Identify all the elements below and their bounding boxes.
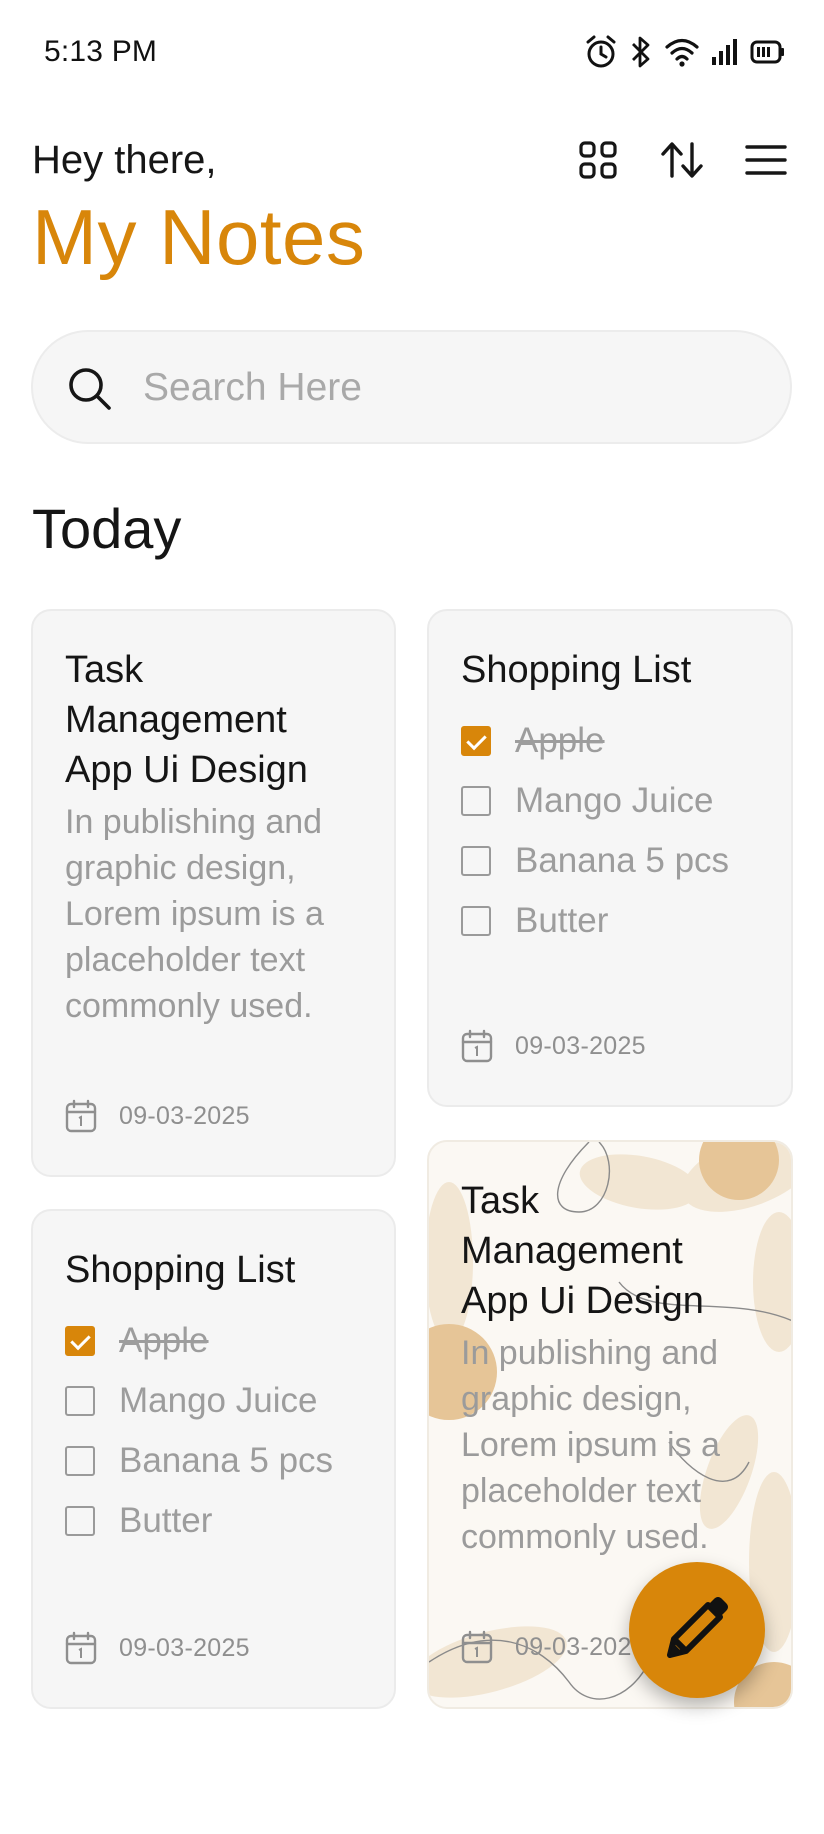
note-body-line: In publishing and [461, 1334, 719, 1372]
note-body-line: commonly used. [65, 987, 313, 1025]
checklist-label: Apple [515, 721, 605, 760]
alarm-icon [584, 34, 618, 70]
note-body-line: placeholder text [461, 1472, 702, 1510]
grid-view-button[interactable] [572, 136, 624, 188]
menu-icon [745, 143, 787, 182]
note-title: Shopping List [461, 649, 692, 691]
note-date-text: 09-03-2025 [119, 1633, 250, 1662]
note-date-text: 09-03-2025 [515, 1632, 646, 1661]
note-title: Task Management App Ui Design [461, 1176, 704, 1326]
note-title-line: Task [65, 649, 144, 691]
menu-button[interactable] [740, 136, 792, 188]
search-input[interactable] [143, 358, 743, 418]
checklist-item[interactable]: Banana 5 pcs [461, 841, 729, 881]
calendar-icon [65, 1631, 97, 1665]
wifi-icon [664, 36, 700, 68]
note-date-text: 09-03-2025 [515, 1031, 646, 1060]
checklist-label: Apple [119, 1321, 209, 1360]
search-bar[interactable] [31, 330, 792, 444]
checklist-item[interactable]: Butter [65, 1501, 212, 1541]
note-title: Shopping List [65, 1249, 296, 1291]
note-card-shopping[interactable]: Shopping List Apple Mango Juice Banana 5… [427, 609, 793, 1107]
note-date: 09-03-2025 [461, 1029, 646, 1063]
note-card-task[interactable]: Task Management App Ui Design In publish… [31, 609, 396, 1177]
note-body-line: graphic design, [65, 849, 296, 887]
checklist-item[interactable]: Apple [65, 1321, 209, 1361]
checklist-label: Butter [119, 1501, 213, 1540]
status-icons [584, 30, 786, 74]
checklist-label: Banana 5 pcs [515, 841, 730, 880]
signal-icon [710, 37, 740, 67]
note-title-line: Management [461, 1230, 683, 1272]
new-note-button[interactable] [629, 1562, 765, 1698]
calendar-icon [65, 1099, 97, 1133]
calendar-icon [461, 1029, 493, 1063]
sort-button[interactable] [656, 136, 708, 188]
note-body-line: Lorem ipsum is a [461, 1426, 720, 1464]
note-body-line: Lorem ipsum is a [65, 895, 324, 933]
note-date: 09-03-2025 [65, 1099, 250, 1133]
page-title: My Notes [32, 193, 366, 281]
grid-view-icon [578, 140, 618, 185]
checkbox[interactable] [461, 906, 491, 936]
checkbox[interactable] [65, 1386, 95, 1416]
checklist-label: Mango Juice [119, 1381, 318, 1420]
checkbox[interactable] [65, 1506, 95, 1536]
calendar-icon [461, 1630, 493, 1664]
checkbox[interactable] [65, 1446, 95, 1476]
note-title-line: Task [461, 1180, 540, 1222]
note-body-line: placeholder text [65, 941, 306, 979]
checklist-item[interactable]: Banana 5 pcs [65, 1441, 333, 1481]
note-body-line: In publishing and [65, 803, 323, 841]
note-date: 09-03-2025 [65, 1631, 250, 1665]
header: Hey there, My Notes [0, 120, 824, 281]
pencil-icon [660, 1591, 734, 1670]
note-date: 09-03-2025 [461, 1630, 646, 1664]
greeting-text: Hey there, [32, 138, 217, 182]
checkbox-checked[interactable] [461, 726, 491, 756]
status-time: 5:13 PM [44, 35, 158, 68]
search-icon [67, 366, 113, 412]
note-date-text: 09-03-2025 [119, 1101, 250, 1130]
checkbox[interactable] [461, 846, 491, 876]
note-body: In publishing and graphic design, Lorem … [65, 799, 324, 1029]
checklist-item[interactable]: Butter [461, 901, 608, 941]
checklist-label: Butter [515, 901, 609, 940]
note-body-line: graphic design, [461, 1380, 692, 1418]
note-title-line: Management [65, 699, 287, 741]
checklist-item[interactable]: Mango Juice [461, 781, 713, 821]
sort-icon [660, 140, 704, 185]
checklist-label: Banana 5 pcs [119, 1441, 334, 1480]
section-title: Today [32, 497, 182, 560]
bluetooth-icon [628, 34, 654, 70]
note-body: In publishing and graphic design, Lorem … [461, 1330, 720, 1560]
note-title: Task Management App Ui Design [65, 645, 308, 795]
note-body-line: commonly used. [461, 1518, 709, 1556]
battery-icon [750, 39, 786, 65]
status-bar: 5:13 PM [0, 0, 824, 106]
checkbox-checked[interactable] [65, 1326, 95, 1356]
note-title-line: App Ui Design [65, 749, 308, 791]
checklist-item[interactable]: Mango Juice [65, 1381, 317, 1421]
checkbox[interactable] [461, 786, 491, 816]
checklist-item[interactable]: Apple [461, 721, 605, 761]
note-title-line: App Ui Design [461, 1280, 704, 1322]
checklist-label: Mango Juice [515, 781, 714, 820]
note-card-shopping[interactable]: Shopping List Apple Mango Juice Banana 5… [31, 1209, 396, 1709]
